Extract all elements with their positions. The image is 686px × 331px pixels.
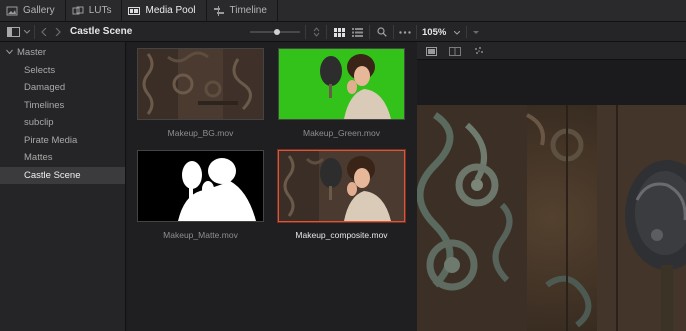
divider bbox=[466, 26, 468, 38]
timeline-icon bbox=[213, 5, 225, 16]
sidebar-item-label: Pirate Media bbox=[24, 134, 78, 146]
media-pool-icon bbox=[128, 6, 141, 16]
forward-icon[interactable] bbox=[52, 22, 64, 42]
bin-title: Castle Scene bbox=[70, 26, 133, 37]
gallery-icon bbox=[6, 6, 18, 16]
thumbnail-view-icon[interactable] bbox=[331, 22, 347, 42]
viewer-letterbox bbox=[417, 60, 686, 105]
clip-name: Makeup_Matte.mov bbox=[163, 230, 238, 240]
sidebar-item-label: Castle Scene bbox=[24, 169, 81, 181]
back-icon[interactable] bbox=[38, 22, 50, 42]
luts-icon bbox=[72, 6, 84, 16]
clip-makeup-bg[interactable]: Makeup_BG.mov bbox=[137, 48, 264, 138]
tab-timeline[interactable]: Timeline bbox=[207, 0, 278, 22]
tab-timeline-label: Timeline bbox=[229, 5, 267, 16]
search-icon[interactable] bbox=[374, 22, 390, 42]
clip-name: Makeup_Green.mov bbox=[302, 128, 380, 138]
clip-makeup-matte[interactable]: Makeup_Matte.mov bbox=[137, 150, 264, 240]
viewer-options-chevron-icon[interactable] bbox=[473, 27, 480, 38]
sidebar-item-label: Selects bbox=[24, 64, 56, 76]
sidebar-item-selects[interactable]: Selects bbox=[0, 62, 125, 80]
chevron-down-icon[interactable] bbox=[23, 22, 31, 42]
bin-sidebar: Master Selects Damaged Timelines subclip… bbox=[0, 42, 126, 331]
tab-media-pool-label: Media Pool bbox=[145, 5, 196, 16]
divider bbox=[416, 25, 417, 39]
divider bbox=[326, 25, 327, 39]
viewer-toolbar bbox=[417, 42, 686, 60]
more-options-icon[interactable] bbox=[397, 22, 413, 42]
split-viewer-icon[interactable] bbox=[447, 42, 463, 60]
sidebar-item-mattes[interactable]: Mattes bbox=[0, 149, 125, 167]
sidebar-item-timelines[interactable]: Timelines bbox=[0, 97, 125, 115]
chevron-down-icon bbox=[453, 27, 461, 38]
media-pool-grid: Makeup_BG.mov Makeup_Green.mov Makeup_Ma… bbox=[127, 42, 417, 331]
list-view-icon[interactable] bbox=[349, 22, 365, 42]
toolbar: Castle Scene 105% bbox=[0, 22, 686, 42]
sidebar-item-pirate-media[interactable]: Pirate Media bbox=[0, 132, 125, 150]
sidebar-item-castle-scene[interactable]: Castle Scene bbox=[0, 166, 125, 184]
tab-media-pool[interactable]: Media Pool bbox=[122, 0, 207, 22]
clip-makeup-green[interactable]: Makeup_Green.mov bbox=[278, 48, 405, 138]
divider bbox=[305, 25, 306, 39]
sidebar-item-label: Master bbox=[17, 47, 47, 58]
zoom-level: 105% bbox=[422, 26, 447, 38]
tab-luts[interactable]: LUTs bbox=[66, 0, 123, 22]
sidebar-item-label: Timelines bbox=[24, 99, 65, 111]
sidebar-item-label: subclip bbox=[24, 117, 54, 128]
viewer-image bbox=[417, 105, 686, 331]
sort-icon[interactable] bbox=[309, 22, 323, 42]
sidebar-item-master[interactable]: Master bbox=[0, 44, 125, 62]
zoom-control[interactable]: 105% bbox=[420, 22, 480, 42]
tab-gallery-label: Gallery bbox=[23, 5, 55, 16]
clip-thumbnail bbox=[278, 48, 405, 120]
tab-luts-label: LUTs bbox=[88, 5, 112, 16]
single-viewer-icon[interactable] bbox=[423, 42, 439, 60]
clip-thumbnail bbox=[137, 48, 264, 120]
clip-thumbnail bbox=[278, 150, 405, 222]
divider bbox=[34, 25, 35, 39]
chevron-down-icon bbox=[6, 49, 13, 55]
clip-name: Makeup_BG.mov bbox=[167, 128, 234, 138]
sidebar-item-subclip[interactable]: subclip bbox=[0, 114, 125, 132]
sidebar-toggle-icon[interactable] bbox=[3, 22, 23, 42]
thumbnail-size-slider[interactable] bbox=[250, 22, 300, 42]
tab-gallery[interactable]: Gallery bbox=[0, 0, 66, 22]
divider bbox=[369, 25, 370, 39]
sidebar-item-damaged[interactable]: Damaged bbox=[0, 79, 125, 97]
effects-icon[interactable] bbox=[471, 42, 487, 60]
divider bbox=[393, 25, 394, 39]
clip-makeup-composite[interactable]: Makeup_composite.mov bbox=[278, 150, 405, 240]
page-tabs: Gallery LUTs Media Pool Timeline bbox=[0, 0, 686, 22]
sidebar-item-label: Mattes bbox=[24, 152, 53, 163]
sidebar-item-label: Damaged bbox=[24, 82, 66, 93]
clip-name: Makeup_composite.mov bbox=[295, 230, 388, 240]
clip-thumbnail bbox=[137, 150, 264, 222]
